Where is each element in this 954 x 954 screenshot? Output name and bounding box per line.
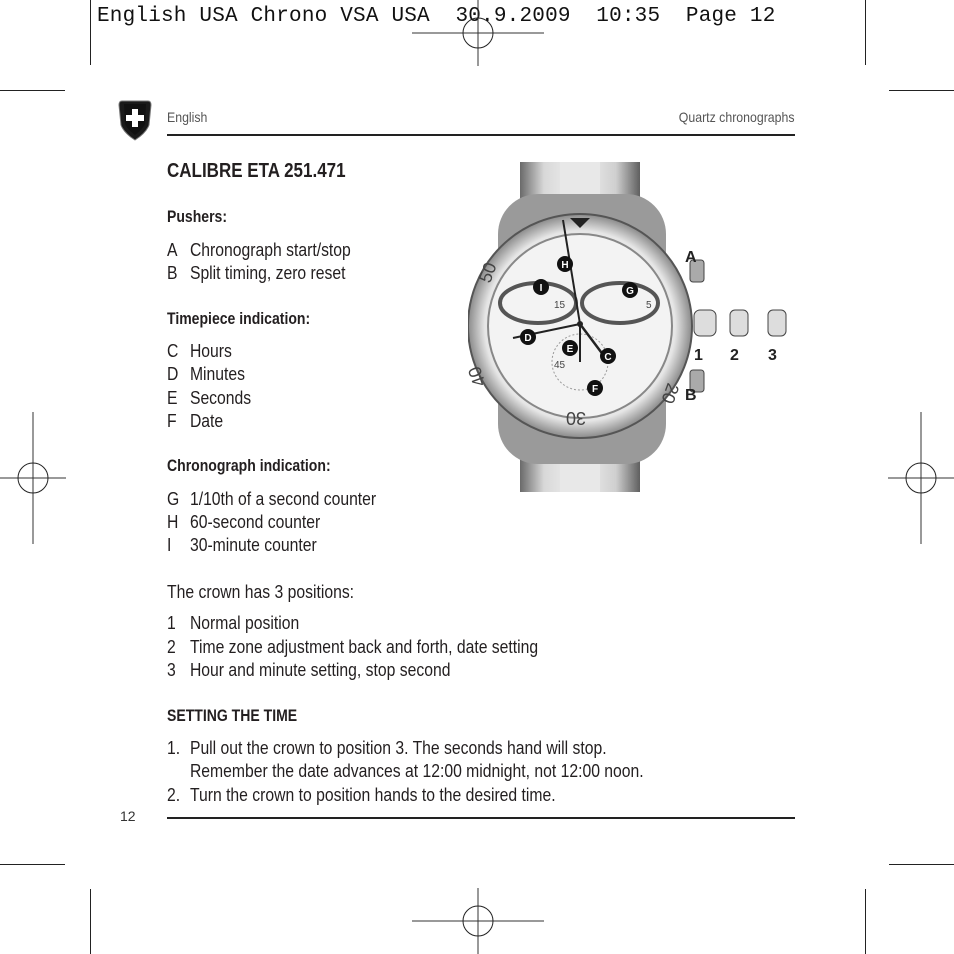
chronograph-heading: Chronograph indication: <box>167 457 331 475</box>
registration-mark-top <box>412 0 544 66</box>
pushers-heading: Pushers: <box>167 208 228 226</box>
crop-mark <box>889 864 954 865</box>
list-item: A Chronograph start/stop <box>167 239 351 260</box>
crop-mark <box>0 90 65 91</box>
crown-position-3: 3 <box>768 347 777 364</box>
callout-c: C <box>604 352 611 363</box>
page-title: CALIBRE ETA 251.471 <box>167 160 346 182</box>
list-item: 1 Normal position <box>167 612 300 633</box>
svg-text:45: 45 <box>554 360 566 371</box>
registration-mark-bottom <box>412 888 544 954</box>
timepiece-heading: Timepiece indication: <box>167 310 311 328</box>
callout-b: B <box>685 387 697 404</box>
list-item: 2. Turn the crown to position hands to th… <box>167 784 556 805</box>
list-item: 3 Hour and minute setting, stop second <box>167 659 451 680</box>
list-item: 2 Time zone adjustment back and forth, da… <box>167 636 539 657</box>
setting-heading: SETTING THE TIME <box>167 707 298 725</box>
crop-mark <box>865 889 866 954</box>
registration-mark-right <box>888 412 954 544</box>
crop-mark <box>889 90 954 91</box>
crop-mark <box>90 0 91 65</box>
list-item: H 60-second counter <box>167 511 321 532</box>
callout-e: E <box>567 344 574 355</box>
crown-position-2: 2 <box>730 347 739 364</box>
registration-mark-left <box>0 412 66 544</box>
callout-f: F <box>592 384 598 395</box>
list-item: B Split timing, zero reset <box>167 262 346 283</box>
list-item: C Hours <box>167 340 232 361</box>
footer-divider <box>167 817 795 819</box>
victorinox-shield-cross-icon <box>118 100 152 141</box>
header-language: English <box>167 109 208 125</box>
list-item-continuation: Remember the date advances at 12:00 midn… <box>189 760 644 781</box>
svg-text:5: 5 <box>646 300 652 311</box>
page-number: 12 <box>120 808 136 824</box>
list-item: G 1/10th of a second counter <box>167 488 377 509</box>
list-item: D Minutes <box>167 363 246 384</box>
watch-illustration: 50 40 30 20 15 5 45 H I G D E C F A B 1 … <box>468 162 787 492</box>
list-item: I 30-minute counter <box>167 534 317 555</box>
list-item: F Date <box>167 410 224 431</box>
crop-mark <box>865 0 866 65</box>
callout-i: I <box>540 283 543 294</box>
callout-d: D <box>524 333 531 344</box>
crop-mark <box>0 864 65 865</box>
svg-text:30: 30 <box>566 408 586 428</box>
callout-a: A <box>685 249 697 266</box>
crown-position-1: 1 <box>694 347 703 364</box>
header-divider <box>167 134 795 136</box>
list-item: E Seconds <box>167 387 252 408</box>
svg-text:15: 15 <box>554 300 566 311</box>
callout-g: G <box>626 286 634 297</box>
callout-h: H <box>561 260 568 271</box>
header-section-title: Quartz chronographs <box>679 109 795 125</box>
crown-intro: The crown has 3 positions: <box>167 581 355 602</box>
list-item: 1. Pull out the crown to position 3. The … <box>167 737 607 758</box>
crop-mark <box>90 889 91 954</box>
